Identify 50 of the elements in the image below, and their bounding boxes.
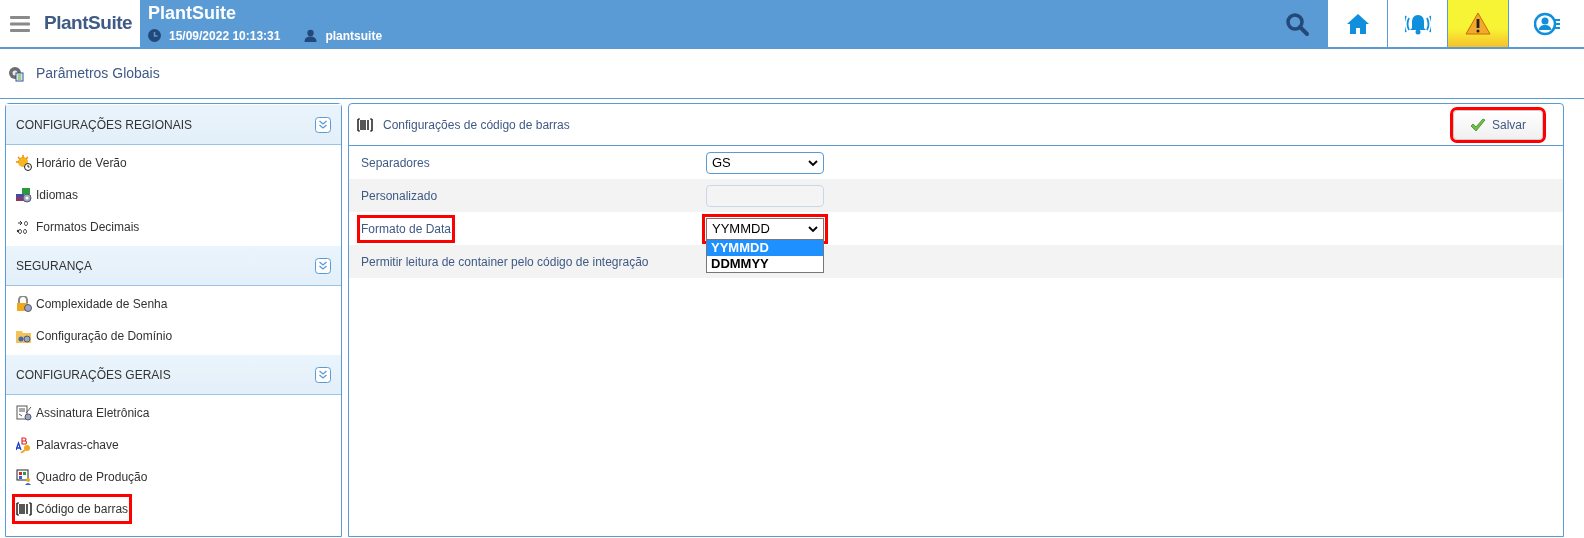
field-label: Personalizado	[360, 187, 439, 205]
section-header[interactable]: CONFIGURAÇÕES GERAIS	[6, 354, 341, 395]
dropdown-field[interactable]: YYMMDD	[706, 217, 824, 240]
field-label: Permitir leitura de container pelo código de integração	[360, 253, 650, 271]
collapse-icon[interactable]	[315, 257, 331, 274]
search-button[interactable]	[1267, 0, 1327, 47]
barcode-icon	[16, 501, 32, 517]
caret-icon	[808, 224, 818, 233]
sidebar-item[interactable]: Formatos Decimais	[14, 214, 142, 240]
check-icon	[1470, 117, 1486, 132]
page-title: Parâmetros Globais	[36, 64, 160, 83]
lock-gear-icon	[16, 296, 32, 312]
menu-icon[interactable]	[10, 14, 30, 33]
user-icon	[304, 29, 318, 43]
sidebar-item[interactable]: Complexidade de Senha	[14, 291, 170, 317]
field-label: Formato de Data	[359, 216, 454, 241]
section-header[interactable]: SEGURANÇA	[6, 245, 341, 286]
sidebar-item[interactable]: Assinatura Eletrônica	[14, 400, 152, 426]
section-header[interactable]: CONFIGURAÇÕES REGIONAIS	[6, 104, 341, 145]
barcode-icon	[357, 116, 373, 133]
collapse-icon[interactable]	[315, 116, 331, 133]
board-icon	[16, 469, 32, 485]
clock-icon	[148, 29, 161, 43]
sidebar-item[interactable]: Quadro de Produção	[14, 464, 150, 490]
dropdown-field[interactable]: GS	[706, 151, 824, 174]
folder-gear-icon	[16, 328, 32, 344]
caret-icon	[808, 158, 818, 167]
document-gear-icon	[16, 405, 32, 421]
flags-gear-icon	[16, 187, 32, 203]
letters-key-icon	[16, 437, 32, 453]
warning-icon	[1465, 10, 1491, 37]
panel-title: Configurações de código de barras	[383, 116, 570, 134]
user-menu-icon	[1533, 10, 1560, 37]
search-icon	[1284, 10, 1310, 37]
dropdown-option[interactable]: DDMMYY	[707, 255, 823, 272]
save-button[interactable]: Salvar	[1453, 109, 1543, 140]
collapse-icon[interactable]	[315, 366, 331, 383]
sidebar-item[interactable]: Idiomas	[14, 182, 81, 208]
sun-clock-icon	[16, 155, 32, 171]
app-title: PlantSuite	[148, 2, 237, 25]
settings-icon	[8, 65, 24, 82]
logo: PlantSuite	[44, 11, 133, 36]
username: plantsuite	[325, 27, 383, 45]
sidebar-item[interactable]: Palavras-chave	[14, 432, 121, 458]
warning-button[interactable]	[1447, 0, 1508, 47]
field-label: Separadores	[360, 154, 431, 172]
sidebar-item[interactable]: Código de barras	[14, 496, 131, 522]
sidebar-item[interactable]: Configuração de Domínio	[14, 323, 175, 349]
sidebar-item[interactable]: Horário de Verão	[14, 150, 129, 176]
date-time: 15/09/2022 10:13:31	[169, 27, 281, 45]
